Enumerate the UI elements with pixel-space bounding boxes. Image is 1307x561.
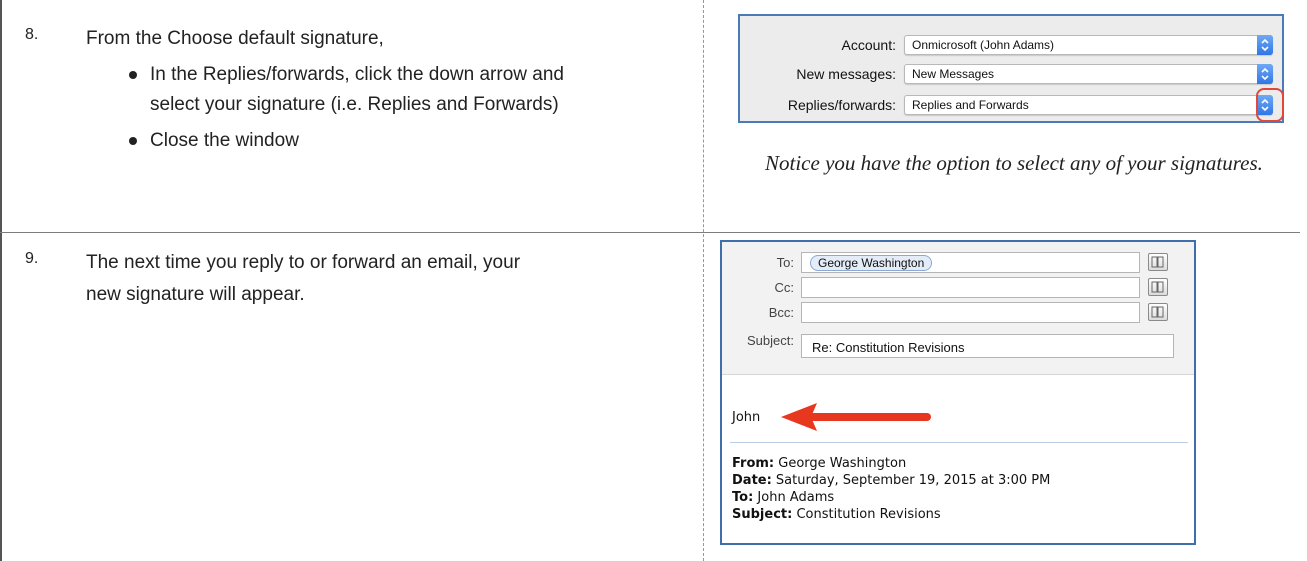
to-row: To: George Washington	[722, 252, 1194, 274]
new-messages-row: New messages: New Messages	[740, 64, 1282, 86]
new-messages-select-value: New Messages	[912, 67, 995, 81]
quoted-subject: Subject: Constitution Revisions	[732, 507, 941, 522]
new-messages-label: New messages:	[796, 66, 896, 82]
subject-value: Re: Constitution Revisions	[812, 340, 965, 355]
step-8-bullets: In the Replies/forwards, click the down …	[128, 60, 588, 162]
select-stepper-icon[interactable]	[1257, 35, 1273, 55]
address-book-icon[interactable]	[1148, 278, 1168, 296]
list-item: In the Replies/forwards, click the down …	[128, 60, 588, 120]
email-header: To: George Washington Cc: Bcc: Subject:	[722, 242, 1194, 375]
to-label: To:	[776, 255, 794, 270]
account-label: Account:	[841, 37, 896, 53]
step-number-9: 9.	[25, 250, 39, 267]
bcc-label: Bcc:	[768, 305, 794, 320]
step-9-text-line2: new signature will appear.	[86, 284, 305, 305]
signature-text: John	[732, 410, 761, 425]
account-select[interactable]: Onmicrosoft (John Adams)	[904, 35, 1273, 55]
table-column-divider	[703, 0, 704, 561]
replies-forwards-row: Replies/forwards: Replies and Forwards	[740, 95, 1282, 117]
cc-field[interactable]	[801, 277, 1140, 298]
table-row-divider	[0, 232, 1300, 233]
step-8-text: From the Choose default signature,	[86, 28, 384, 49]
address-book-icon[interactable]	[1148, 303, 1168, 321]
quoted-message: From: George Washington Date: Saturday, …	[732, 455, 1050, 523]
to-field[interactable]: George Washington	[801, 252, 1140, 273]
caption-note: Notice you have the option to select any…	[765, 151, 1263, 175]
cc-row: Cc:	[722, 277, 1194, 299]
new-messages-select[interactable]: New Messages	[904, 64, 1273, 84]
account-row: Account: Onmicrosoft (John Adams)	[740, 35, 1282, 57]
step-number-8: 8.	[25, 26, 39, 43]
quote-separator	[730, 442, 1188, 443]
replies-forwards-select-value: Replies and Forwards	[912, 98, 1029, 112]
select-stepper-icon[interactable]	[1257, 64, 1273, 84]
table-left-border	[0, 0, 2, 561]
cc-label: Cc:	[774, 280, 795, 295]
subject-field[interactable]: Re: Constitution Revisions	[801, 334, 1174, 358]
step-9-text-line1: The next time you reply to or forward an…	[86, 252, 521, 273]
account-select-value: Onmicrosoft (John Adams)	[912, 38, 1055, 52]
address-book-icon[interactable]	[1148, 253, 1168, 271]
signature-chooser-panel: Account: Onmicrosoft (John Adams) New me…	[738, 14, 1284, 123]
red-arrow-icon	[781, 403, 931, 431]
bcc-field[interactable]	[801, 302, 1140, 323]
quoted-date: Date: Saturday, September 19, 2015 at 3:…	[732, 473, 1051, 488]
recipient-chip[interactable]: George Washington	[810, 255, 933, 271]
replies-forwards-label: Replies/forwards:	[787, 97, 896, 113]
list-item: Close the window	[128, 126, 588, 156]
quoted-to: To: John Adams	[732, 490, 835, 505]
quoted-from: From: George Washington	[732, 456, 907, 471]
subject-label: Subject:	[747, 333, 794, 348]
subject-row: Subject: Re: Constitution Revisions	[722, 330, 1194, 358]
email-reply-window: To: George Washington Cc: Bcc: Subject:	[720, 240, 1196, 545]
bcc-row: Bcc:	[722, 302, 1194, 324]
highlight-ring	[1256, 88, 1284, 122]
replies-forwards-select[interactable]: Replies and Forwards	[904, 95, 1273, 115]
